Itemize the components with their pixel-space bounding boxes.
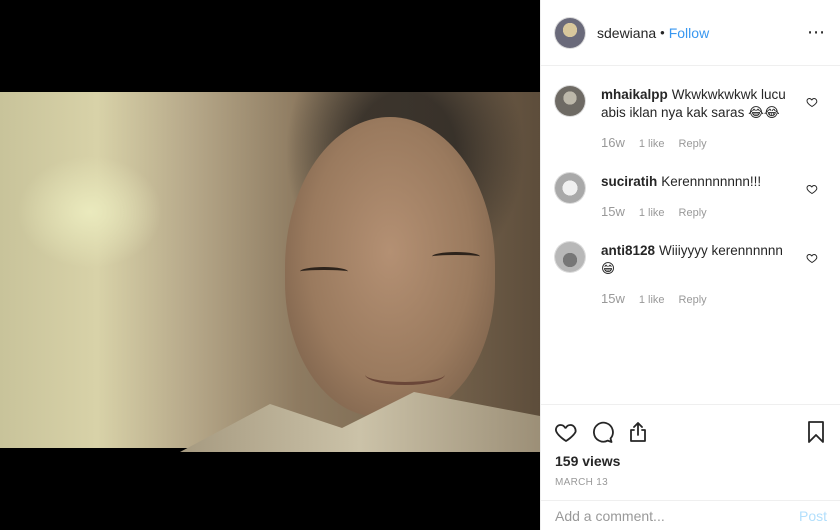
video-player[interactable]	[0, 0, 540, 530]
reply-button[interactable]: Reply	[679, 135, 707, 153]
video-content-mouth	[365, 364, 445, 385]
post-actions: 159 views MARCH 13 Post	[541, 404, 840, 530]
comment-body: anti8128 Wiiiyyyy kerennnnnn😁 15w 1 like …	[601, 242, 791, 309]
commenter-avatar[interactable]	[555, 173, 585, 203]
follow-button[interactable]: Follow	[669, 25, 709, 41]
heart-icon	[555, 424, 577, 443]
commenter-username[interactable]: mhaikalpp	[601, 87, 668, 102]
comments-list[interactable]: mhaikalpp Wkwkwkwkwk lucu abis iklan nya …	[541, 66, 840, 404]
more-options-icon[interactable]: ⋯	[807, 22, 826, 43]
comment-meta: 16w 1 like Reply	[601, 134, 791, 153]
video-content-eye	[432, 252, 480, 261]
comment-item: suciratih Kerennnnnnnn!!! 15w 1 like Repl…	[555, 153, 824, 222]
comment-likes[interactable]: 1 like	[639, 204, 665, 222]
commenter-avatar[interactable]	[555, 242, 585, 272]
author-avatar[interactable]	[555, 17, 585, 48]
video-content-eye	[300, 267, 348, 276]
action-icons	[541, 405, 840, 449]
reply-button[interactable]: Reply	[679, 204, 707, 222]
video-frame[interactable]	[0, 92, 540, 452]
reply-button[interactable]: Reply	[679, 291, 707, 309]
save-button[interactable]	[803, 419, 829, 445]
comment-meta: 15w 1 like Reply	[601, 203, 791, 222]
comment-time[interactable]: 15w	[601, 290, 625, 308]
instagram-post: sdewiana • Follow ⋯ mhaikalpp Wkwkwkwkwk …	[0, 0, 840, 530]
comment-likes[interactable]: 1 like	[639, 135, 665, 153]
post-comment-button[interactable]: Post	[799, 508, 827, 524]
comment-like-heart-icon[interactable]	[806, 252, 818, 264]
comment-item: anti8128 Wiiiyyyy kerennnnnn😁 15w 1 like …	[555, 222, 824, 309]
commenter-username[interactable]: suciratih	[601, 174, 657, 189]
comment-body: mhaikalpp Wkwkwkwkwk lucu abis iklan nya …	[601, 86, 791, 153]
separator-dot: •	[660, 25, 665, 40]
add-comment-input[interactable]	[555, 507, 799, 524]
author-username[interactable]: sdewiana	[597, 25, 656, 41]
comment-item: mhaikalpp Wkwkwkwkwk lucu abis iklan nya …	[555, 66, 824, 153]
like-button[interactable]	[553, 419, 579, 445]
comment-time[interactable]: 16w	[601, 134, 625, 152]
bookmark-icon	[808, 421, 824, 443]
commenter-avatar[interactable]	[555, 86, 585, 116]
comment-body: suciratih Kerennnnnnnn!!! 15w 1 like Repl…	[601, 173, 791, 222]
comment-likes[interactable]: 1 like	[639, 291, 665, 309]
comment-meta: 15w 1 like Reply	[601, 290, 791, 309]
commenter-username[interactable]: anti8128	[601, 243, 655, 258]
comment-like-heart-icon[interactable]	[806, 183, 818, 195]
comment-composer: Post	[541, 500, 840, 530]
post-header: sdewiana • Follow ⋯	[541, 0, 840, 66]
comment-time[interactable]: 15w	[601, 203, 625, 221]
comment-button[interactable]	[589, 419, 615, 445]
share-button[interactable]	[625, 419, 651, 445]
post-date[interactable]: MARCH 13	[541, 469, 840, 488]
comment-like-heart-icon[interactable]	[806, 96, 818, 108]
comment-icon	[593, 421, 614, 443]
view-count[interactable]: 159 views	[541, 449, 840, 469]
share-icon	[630, 422, 646, 442]
comment-text: Kerennnnnnnn!!!	[661, 174, 762, 189]
post-sidebar: sdewiana • Follow ⋯ mhaikalpp Wkwkwkwkwk …	[540, 0, 840, 530]
